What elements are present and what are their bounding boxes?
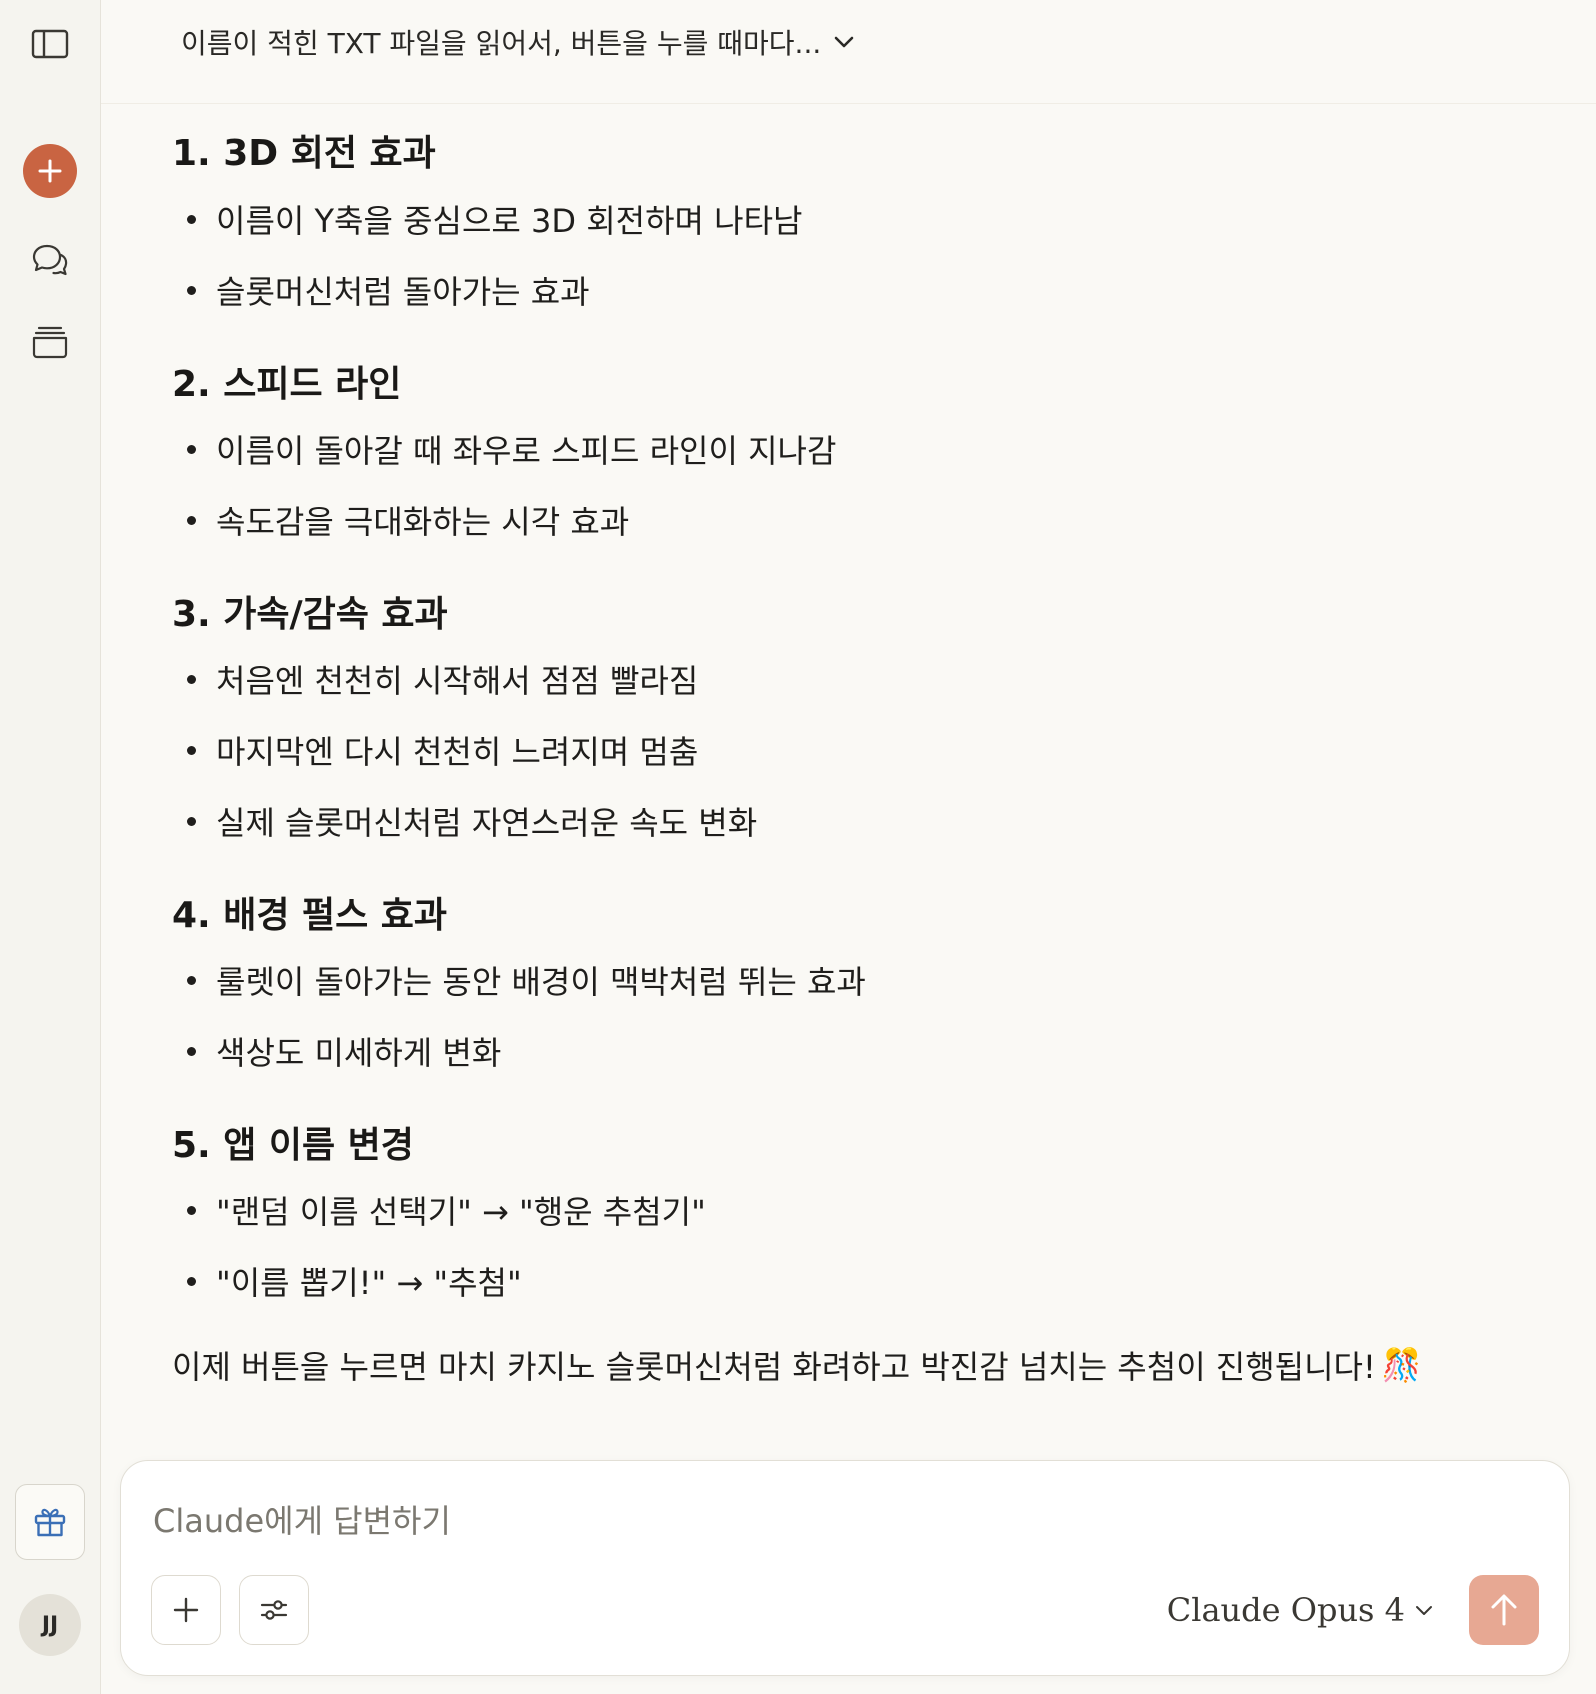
message-composer: Claude Opus 4 (120, 1460, 1570, 1676)
sliders-icon (260, 1600, 288, 1620)
list-item: 슬롯머신처럼 돌아가는 효과 (187, 267, 590, 313)
chat-title: 이름이 적힌 TXT 파일을 읽어서, 버튼을 누를 때마다... (181, 27, 822, 60)
section-title: 4. 배경 펄스 효과 (172, 895, 448, 936)
chat-title-dropdown[interactable]: 이름이 적힌 TXT 파일을 읽어서, 버튼을 누를 때마다... (181, 22, 855, 62)
app-window: JJ 이름이 적힌 TXT 파일을 읽어서, 버튼을 누를 때마다... 1. … (0, 0, 1596, 1694)
attach-button[interactable] (151, 1575, 221, 1645)
projects-button[interactable] (28, 320, 72, 364)
chevron-down-icon (834, 36, 854, 48)
new-chat-button[interactable] (23, 144, 77, 198)
chats-button[interactable] (28, 238, 72, 282)
plus-icon (38, 159, 62, 183)
list-item: 이름이 돌아갈 때 좌우로 스피드 라인이 지나감 (186, 426, 836, 472)
closing-text: 이제 버튼을 누르면 마치 카지노 슬롯머신처럼 화려하고 박진감 넘치는 추첨… (172, 1348, 1376, 1386)
sidebar-toggle-button[interactable] (28, 24, 72, 64)
chat-bubbles-icon (32, 244, 68, 276)
send-button[interactable] (1469, 1575, 1539, 1645)
list-item: "이름 뽑기!" → "추첨" (187, 1258, 522, 1304)
list-item: 속도감을 극대화하는 시각 효과 (186, 497, 629, 543)
archive-icon (32, 326, 68, 359)
list-item: 룰렛이 돌아가는 동안 배경이 맥박처럼 뛰는 효과 (187, 957, 866, 1003)
confetti-emoji: 🎊 (1381, 1346, 1422, 1384)
sidebar-toggle-icon (31, 29, 69, 59)
gift-icon (34, 1508, 66, 1537)
closing-paragraph: 이제 버튼을 누르면 마치 카지노 슬롯머신처럼 화려하고 박진감 넘치는 추첨… (172, 1342, 1422, 1388)
gift-button[interactable] (15, 1484, 85, 1560)
arrow-up-icon (1491, 1594, 1517, 1626)
list-item: 마지막엔 다시 천천히 느려지며 멈춤 (186, 727, 698, 773)
chat-header: 이름이 적힌 TXT 파일을 읽어서, 버튼을 누를 때마다... (101, 0, 1596, 104)
avatar-initials: JJ (41, 1612, 59, 1638)
section-title: 3. 가속/감속 효과 (172, 594, 448, 635)
model-name: Claude Opus 4 (1166, 1591, 1405, 1629)
tools-button[interactable] (239, 1575, 309, 1645)
list-item: 이름이 Y축을 중심으로 3D 회전하며 나타남 (186, 196, 802, 242)
list-item: 처음엔 천천히 시작해서 점점 빨라짐 (186, 656, 698, 702)
section-title: 5. 앱 이름 변경 (172, 1125, 414, 1166)
reply-input[interactable] (151, 1491, 1251, 1551)
chevron-down-icon (1416, 1606, 1432, 1615)
sidebar: JJ (0, 0, 101, 1694)
user-avatar[interactable]: JJ (19, 1594, 81, 1656)
section-title: 1. 3D 회전 효과 (172, 133, 436, 174)
list-item: 실제 슬롯머신처럼 자연스러운 속도 변화 (186, 798, 757, 844)
section-title: 2. 스피드 라인 (172, 364, 402, 405)
list-item: "랜덤 이름 선택기" → "행운 추첨기" (187, 1187, 706, 1233)
plus-icon (173, 1597, 199, 1623)
list-item: 색상도 미세하게 변화 (186, 1028, 501, 1074)
model-selector[interactable]: Claude Opus 4 (1167, 1591, 1433, 1629)
